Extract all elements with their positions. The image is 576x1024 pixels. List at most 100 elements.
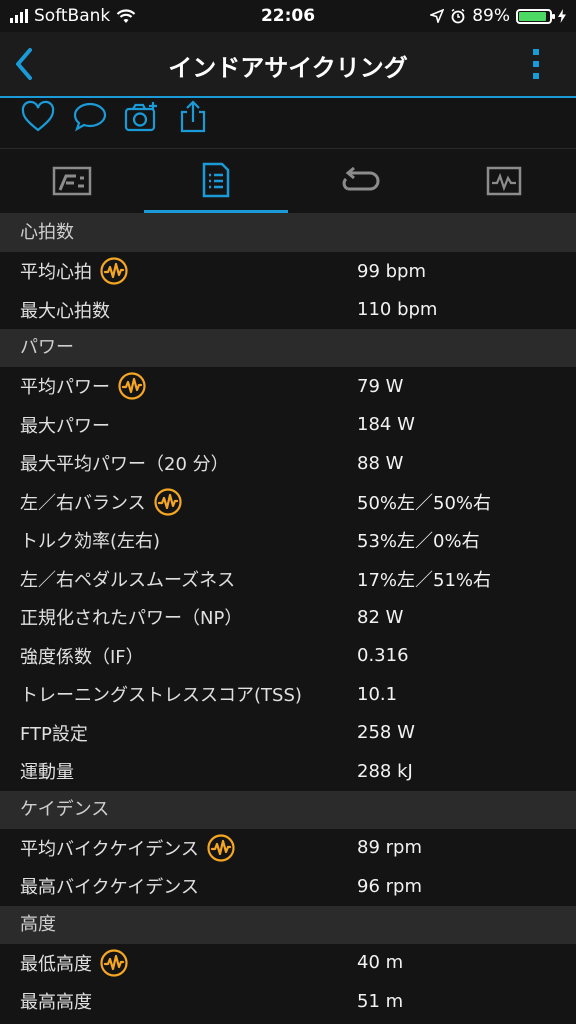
- navigation-bar: インドアサイクリング: [0, 32, 576, 98]
- tab-laps[interactable]: [288, 149, 432, 213]
- stat-label: 最高高度: [20, 992, 92, 1014]
- stat-value: 184 W: [357, 414, 415, 436]
- stat-value: 288 kJ: [357, 760, 413, 782]
- stat-value: 82 W: [357, 606, 404, 628]
- stat-row: FTP設定 258 W: [0, 714, 576, 753]
- overview-icon: [52, 166, 92, 196]
- stats-list-icon: [202, 162, 230, 197]
- battery-percent: 89%: [472, 6, 510, 26]
- alarm-icon: [451, 8, 465, 24]
- section-header: パワー: [0, 329, 576, 367]
- stat-label: 左／右ペダルスムーズネス: [20, 569, 236, 591]
- stat-value: 50%左／50%右: [357, 492, 492, 514]
- stat-row: 平均パワー 79 W: [0, 367, 576, 406]
- page-title: インドアサイクリング: [168, 54, 408, 82]
- stat-label-group: 平均心拍: [20, 252, 128, 291]
- insight-badge-icon[interactable]: [100, 949, 128, 977]
- stat-value: 17%左／51%右: [357, 569, 492, 591]
- stat-label-group: 運動量: [20, 752, 74, 791]
- stat-row: 平均バイクケイデンス 89 rpm: [0, 829, 576, 868]
- insight-badge-icon[interactable]: [154, 488, 182, 516]
- stat-label-group: 左／右ペダルスムーズネス: [20, 560, 235, 599]
- stat-label: 最大平均パワー（20 分）: [20, 454, 229, 476]
- stat-value: 99 bpm: [357, 260, 427, 282]
- stat-label: 最低高度: [20, 953, 92, 975]
- stat-label: トルク効率(左右): [20, 531, 161, 553]
- stat-value: 89 rpm: [357, 837, 422, 859]
- insight-badge-icon[interactable]: [100, 257, 128, 285]
- stat-row: 最大パワー 184 W: [0, 406, 576, 445]
- stat-label: 強度係数（IF）: [20, 646, 144, 668]
- tab-charts[interactable]: [432, 149, 576, 213]
- stat-label-group: 最大平均パワー（20 分）: [20, 444, 229, 483]
- stat-label-group: トレーニングストレススコア(TSS): [20, 675, 302, 714]
- stat-label-group: 最高バイクケイデンス: [20, 867, 199, 906]
- stat-label-group: 正規化されたパワー（NP）: [20, 598, 242, 637]
- tab-overview[interactable]: [0, 149, 144, 213]
- stat-row: 左／右ペダルスムーズネス 17%左／51%右: [0, 560, 576, 599]
- stat-value: 96 rpm: [357, 875, 422, 897]
- stat-label-group: 強度係数（IF）: [20, 637, 144, 676]
- stat-value: 0.316: [357, 645, 409, 667]
- insight-badge-icon[interactable]: [118, 372, 146, 400]
- stat-label-group: 平均パワー: [20, 367, 146, 406]
- status-bar: SoftBank 22:06 89%: [0, 0, 576, 32]
- stat-label: 最高バイクケイデンス: [20, 877, 199, 899]
- stat-label: 正規化されたパワー（NP）: [20, 608, 243, 630]
- battery-icon: [516, 8, 555, 24]
- action-bar: [0, 98, 576, 149]
- section-header: ケイデンス: [0, 790, 576, 829]
- stat-row: 平均心拍 99 bpm: [0, 252, 576, 291]
- stat-row: トレーニングストレススコア(TSS) 10.1: [0, 675, 576, 714]
- section-header: 心拍数: [0, 214, 576, 252]
- stat-row: 最高高度 51 m: [0, 982, 576, 1021]
- stat-label: 運動量: [20, 762, 74, 784]
- tab-bar: [0, 149, 576, 214]
- stat-row: 強度係数（IF） 0.316: [0, 637, 576, 676]
- stat-row: 最大心拍数 110 bpm: [0, 291, 576, 330]
- stat-label-group: 最大心拍数: [20, 291, 110, 330]
- stat-label: FTP設定: [20, 723, 88, 745]
- heart-icon[interactable]: [20, 100, 56, 134]
- share-icon[interactable]: [175, 100, 211, 134]
- stat-row: 正規化されたパワー（NP） 82 W: [0, 598, 576, 637]
- charts-icon: [486, 166, 522, 196]
- stat-label: 左／右バランス: [20, 492, 146, 514]
- laps-icon: [342, 167, 380, 191]
- location-arrow-icon: [430, 9, 445, 23]
- stat-value: 110 bpm: [357, 299, 438, 321]
- stat-label: 平均心拍: [20, 262, 92, 284]
- stat-row: 最大平均パワー（20 分） 88 W: [0, 444, 576, 483]
- status-right: 89%: [430, 6, 566, 26]
- stat-label: 平均パワー: [20, 377, 110, 399]
- more-vertical-icon[interactable]: [532, 48, 540, 80]
- stat-label: トレーニングストレススコア(TSS): [20, 685, 302, 707]
- stat-label-group: トルク効率(左右): [20, 521, 160, 560]
- stat-label-group: 最低高度: [20, 944, 128, 983]
- charging-icon: [558, 9, 566, 23]
- stat-value: 51 m: [357, 990, 404, 1012]
- stat-label-group: FTP設定: [20, 714, 88, 753]
- tab-stats[interactable]: [144, 149, 288, 213]
- stat-value: 10.1: [357, 683, 398, 705]
- stat-label: 平均バイクケイデンス: [20, 838, 199, 860]
- stat-value: 53%左／0%右: [357, 531, 480, 553]
- stat-row: 最低高度 40 m: [0, 944, 576, 983]
- stat-label-group: 平均バイクケイデンス: [20, 829, 235, 868]
- stats-list: 心拍数 平均心拍 99 bpm 最大心拍数 110 bpm パワー 平均パワー 79 W最…: [0, 214, 576, 1021]
- stat-row: 運動量 288 kJ: [0, 752, 576, 791]
- stat-label-group: 最大パワー: [20, 406, 110, 445]
- section-header: 高度: [0, 905, 576, 944]
- stat-value: 88 W: [357, 452, 404, 474]
- stat-label-group: 最高高度: [20, 982, 92, 1021]
- stat-value: 258 W: [357, 722, 415, 744]
- stat-label: 最大パワー: [20, 415, 110, 437]
- add-photo-icon[interactable]: [123, 100, 159, 134]
- stat-row: 左／右バランス 50%左／50%右: [0, 483, 576, 522]
- speech-bubble-icon[interactable]: [72, 100, 108, 134]
- stat-value: 79 W: [357, 375, 404, 397]
- stat-row: 最高バイクケイデンス 96 rpm: [0, 867, 576, 906]
- stat-value: 40 m: [357, 952, 404, 974]
- insight-badge-icon[interactable]: [207, 834, 235, 862]
- stat-row: トルク効率(左右) 53%左／0%右: [0, 521, 576, 560]
